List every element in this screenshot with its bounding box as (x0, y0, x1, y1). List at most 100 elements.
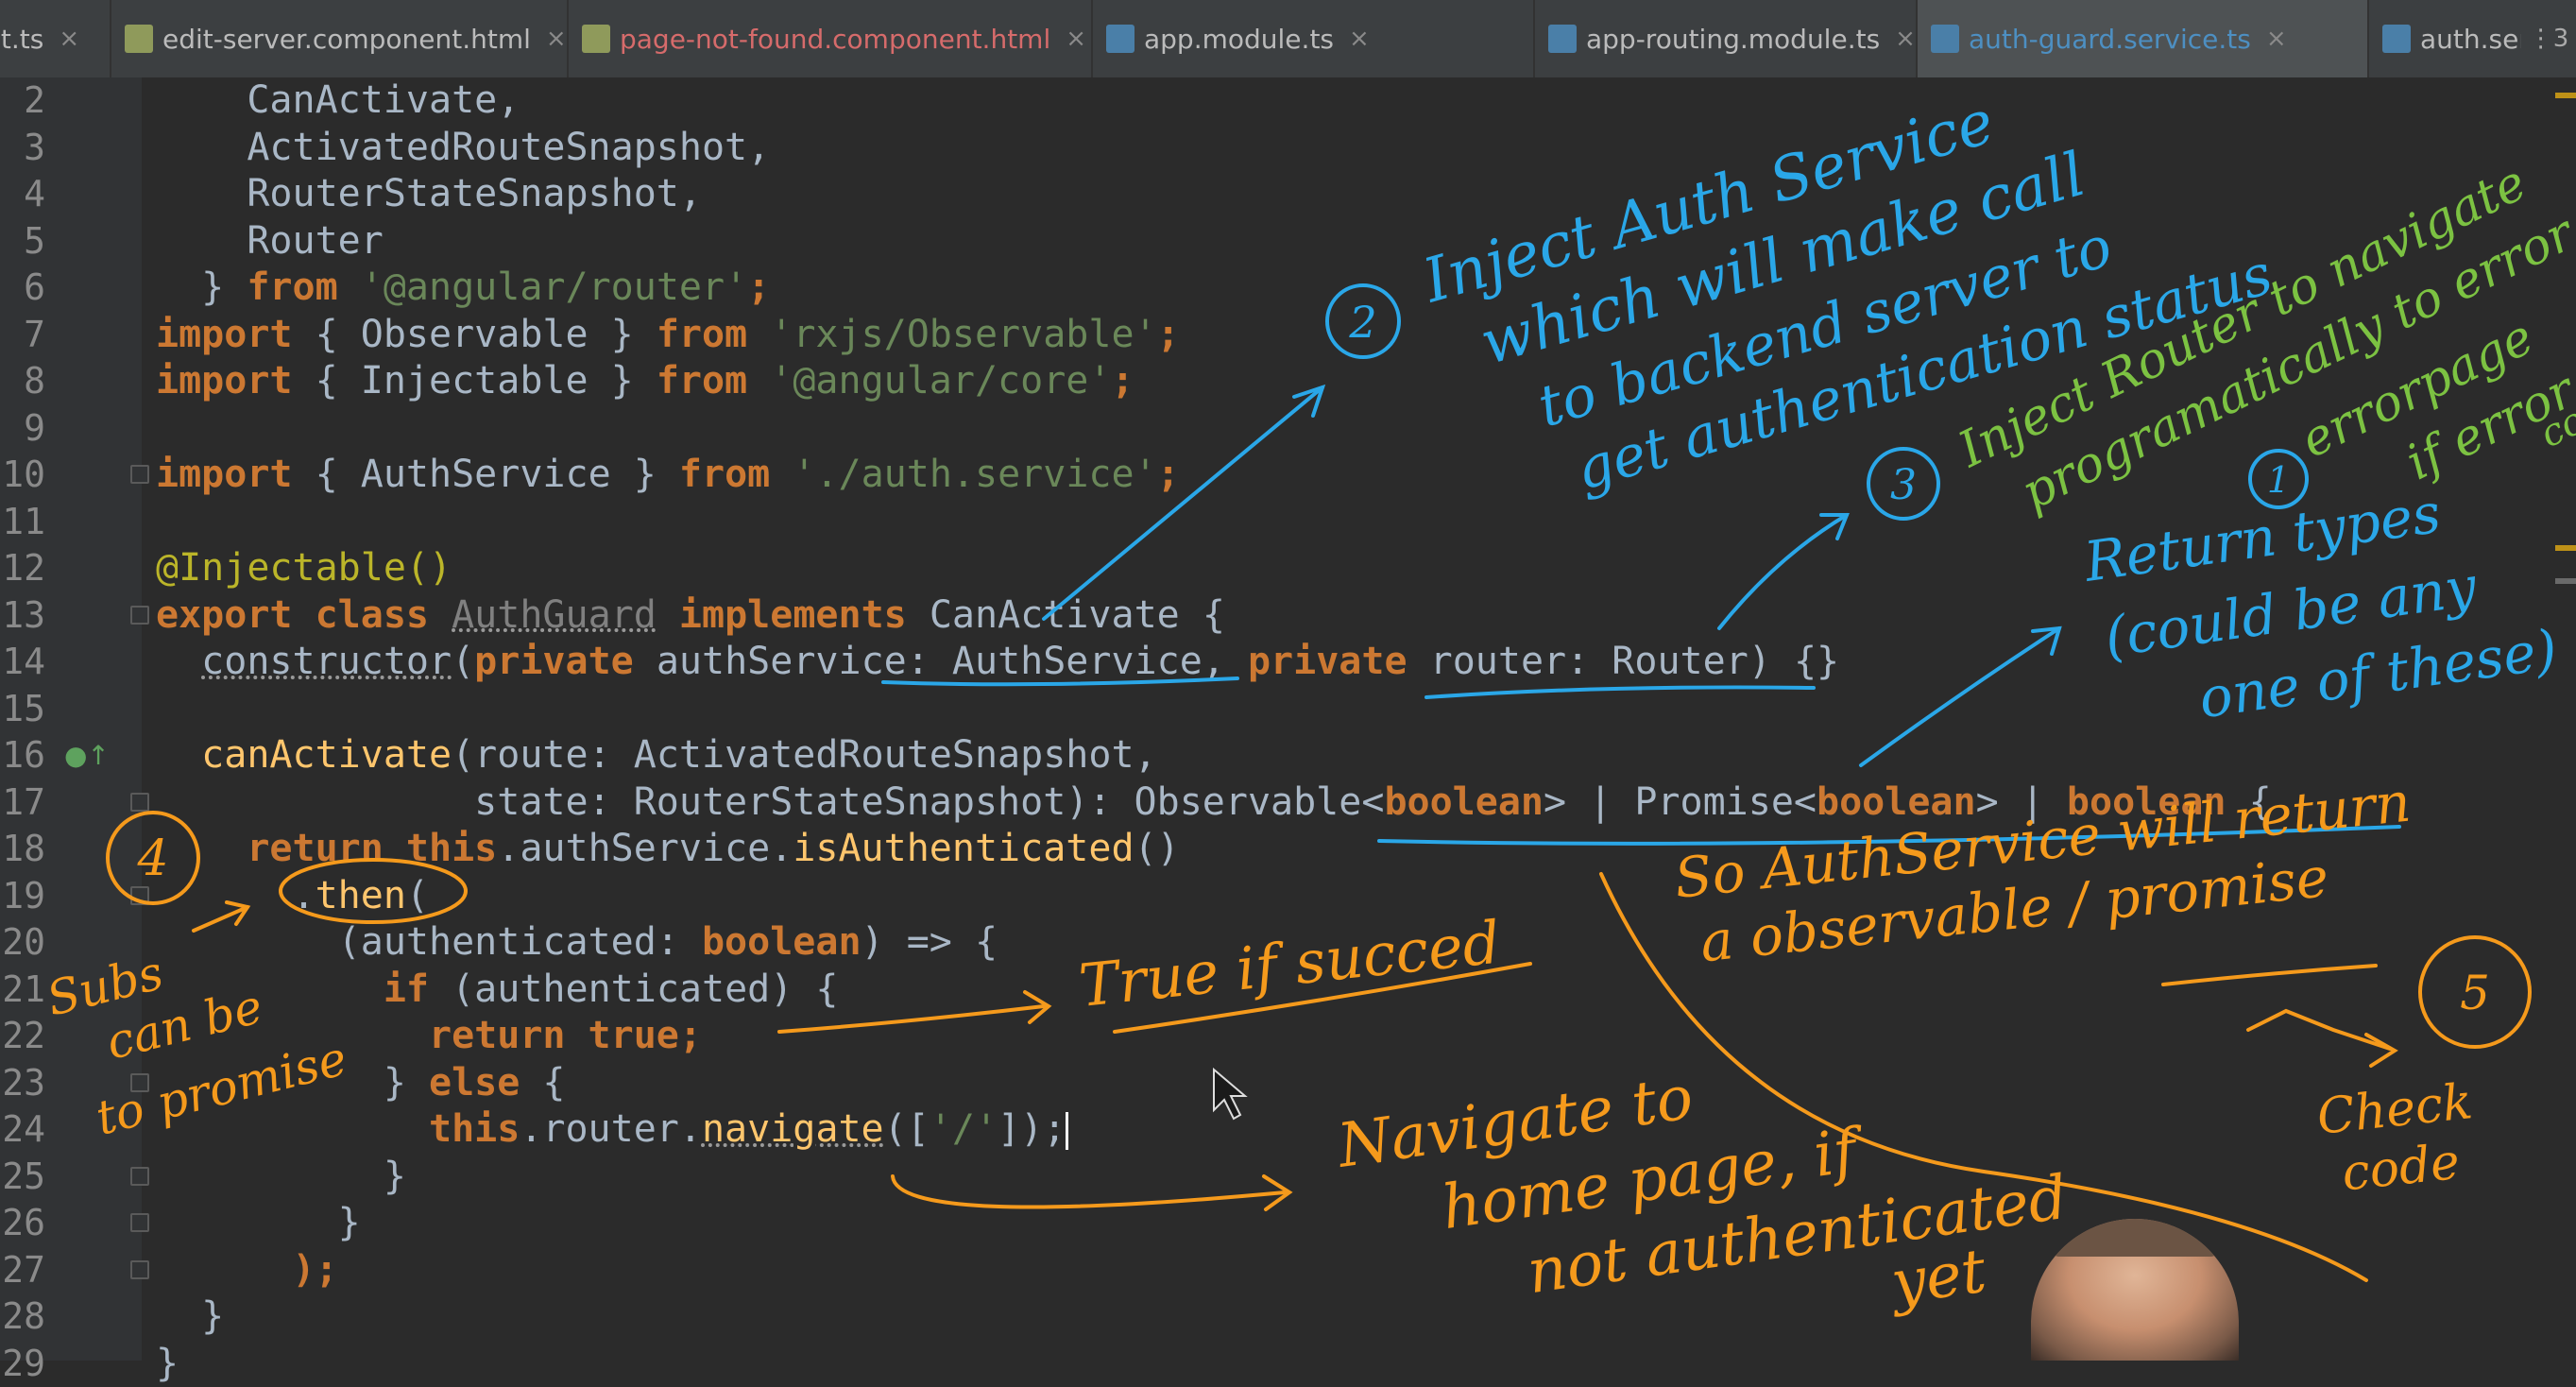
code-line[interactable]: this.router.navigate(['/']); (156, 1106, 1068, 1154)
code-editor[interactable]: 2345678910111213141516171819202122232425… (0, 77, 2576, 1361)
line-number: 3 (0, 125, 45, 172)
close-icon[interactable]: × (1349, 25, 1370, 53)
close-icon[interactable]: × (59, 25, 79, 53)
code-line[interactable]: import { AuthService } from './auth.serv… (156, 452, 1180, 499)
code-token: } (156, 265, 247, 309)
code-token: { (520, 1061, 565, 1104)
code-token: isAuthenticated (793, 827, 1134, 870)
line-number-gutter: 2345678910111213141516171819202122232425… (0, 77, 142, 1361)
code-line[interactable]: } (156, 1341, 179, 1387)
code-line[interactable]: constructor(private authService: AuthSer… (156, 639, 1839, 686)
code-token: ; (679, 1014, 702, 1057)
line-number: 8 (0, 358, 45, 405)
code-token: @Injectable() (156, 546, 452, 590)
tab-3[interactable]: app.module.ts× (1093, 0, 1535, 77)
code-token: } (156, 1294, 224, 1338)
code-token: '@angular/router' (361, 265, 747, 309)
line-number: 21 (0, 967, 45, 1014)
code-token: ; (1111, 359, 1134, 402)
fold-marker[interactable] (130, 1260, 149, 1279)
tab-label: page-not-found.component.html (620, 24, 1050, 55)
code-token: private (1248, 640, 1407, 683)
line-number: 15 (0, 686, 45, 733)
fold-marker[interactable] (130, 886, 149, 905)
code-token: boolean (1384, 780, 1544, 824)
code-token: state: RouterStateSnapshot): Observable< (156, 780, 1384, 824)
close-icon[interactable]: × (1895, 25, 1916, 53)
code-token (770, 453, 793, 496)
code-line[interactable]: } from '@angular/router'; (156, 265, 770, 312)
code-token: ( (406, 874, 429, 917)
tab-5[interactable]: auth-guard.service.ts× (1918, 0, 2369, 77)
code-token (338, 265, 361, 309)
line-number: 29 (0, 1341, 45, 1387)
code-token: RouterStateSnapshot, (156, 172, 702, 215)
code-token (156, 1107, 429, 1151)
code-line[interactable]: } (156, 1200, 361, 1247)
typescript-file-icon (2382, 25, 2411, 53)
code-line[interactable]: .then( (156, 873, 429, 920)
code-token: { Injectable } (293, 359, 657, 402)
code-token: .authService. (497, 827, 793, 870)
code-line[interactable]: CanActivate, (156, 77, 520, 125)
code-line[interactable]: } (156, 1154, 406, 1201)
line-number: 17 (0, 779, 45, 827)
code-line[interactable]: ActivatedRouteSnapshot, (156, 125, 770, 172)
code-line[interactable]: RouterStateSnapshot, (156, 171, 702, 218)
code-token (747, 359, 770, 402)
code-token: CanActivate { (907, 593, 1225, 637)
code-line[interactable]: } (156, 1293, 224, 1341)
code-line[interactable]: export class AuthGuard implements CanAct… (156, 592, 1225, 640)
code-line[interactable]: return this.authService.isAuthenticated(… (156, 826, 1180, 873)
fold-marker[interactable] (130, 1073, 149, 1092)
code-token: return this (247, 827, 497, 870)
code-token: } (156, 1342, 179, 1385)
code-token: then (316, 874, 406, 917)
code-token: ) => { (862, 920, 998, 964)
code-token: navigate (702, 1107, 884, 1151)
fold-marker[interactable] (130, 793, 149, 812)
code-token: (authenticated) { (429, 967, 838, 1011)
code-line[interactable]: import { Observable } from 'rxjs/Observa… (156, 312, 1180, 359)
line-number: 24 (0, 1106, 45, 1154)
code-token (156, 1014, 429, 1057)
code-token: { AuthService } (293, 453, 679, 496)
code-line[interactable]: canActivate(route: ActivatedRouteSnapsho… (156, 732, 1157, 779)
line-number: 28 (0, 1293, 45, 1341)
code-line[interactable]: state: RouterStateSnapshot): Observable<… (156, 779, 2272, 827)
code-token: from (679, 453, 770, 496)
tab-overflow-button[interactable]: ⋮3 (2521, 0, 2576, 77)
code-line[interactable]: Router (156, 218, 384, 265)
code-token: () (1134, 827, 1180, 870)
code-line[interactable]: } else { (156, 1060, 565, 1107)
code-token: 'rxjs/Observable' (770, 313, 1156, 356)
code-line[interactable]: ); (156, 1247, 338, 1294)
tab-1[interactable]: edit-server.component.html× (111, 0, 569, 77)
code-line[interactable]: if (authenticated) { (156, 967, 838, 1014)
typescript-file-icon (1548, 25, 1577, 53)
line-number: 5 (0, 218, 45, 265)
code-token: > | Promise< (1544, 780, 1817, 824)
code-token: canActivate (201, 733, 452, 777)
code-token: this (429, 1107, 520, 1151)
fold-marker[interactable] (130, 606, 149, 625)
implements-method-icon[interactable]: ●↑ (64, 740, 110, 771)
code-token: './auth.service' (793, 453, 1156, 496)
code-line[interactable]: import { Injectable } from '@angular/cor… (156, 358, 1134, 405)
fold-marker[interactable] (130, 1167, 149, 1186)
code-token: from (657, 313, 747, 356)
code-line[interactable]: return true; (156, 1013, 702, 1060)
code-line[interactable]: @Injectable() (156, 545, 452, 592)
code-token: import (156, 359, 293, 402)
fold-marker[interactable] (130, 1213, 149, 1232)
fold-marker[interactable] (130, 465, 149, 484)
html-file-icon (582, 25, 610, 53)
tab-2[interactable]: page-not-found.component.html × (569, 0, 1093, 77)
code-token: } (156, 1201, 361, 1244)
close-icon[interactable]: × (1066, 25, 1086, 53)
code-line[interactable]: (authenticated: boolean) => { (156, 919, 998, 967)
close-icon[interactable]: × (546, 25, 567, 53)
tab-0[interactable]: .t.ts× (0, 0, 111, 77)
close-icon[interactable]: × (2266, 25, 2287, 53)
tab-4[interactable]: app-routing.module.ts× (1535, 0, 1918, 77)
